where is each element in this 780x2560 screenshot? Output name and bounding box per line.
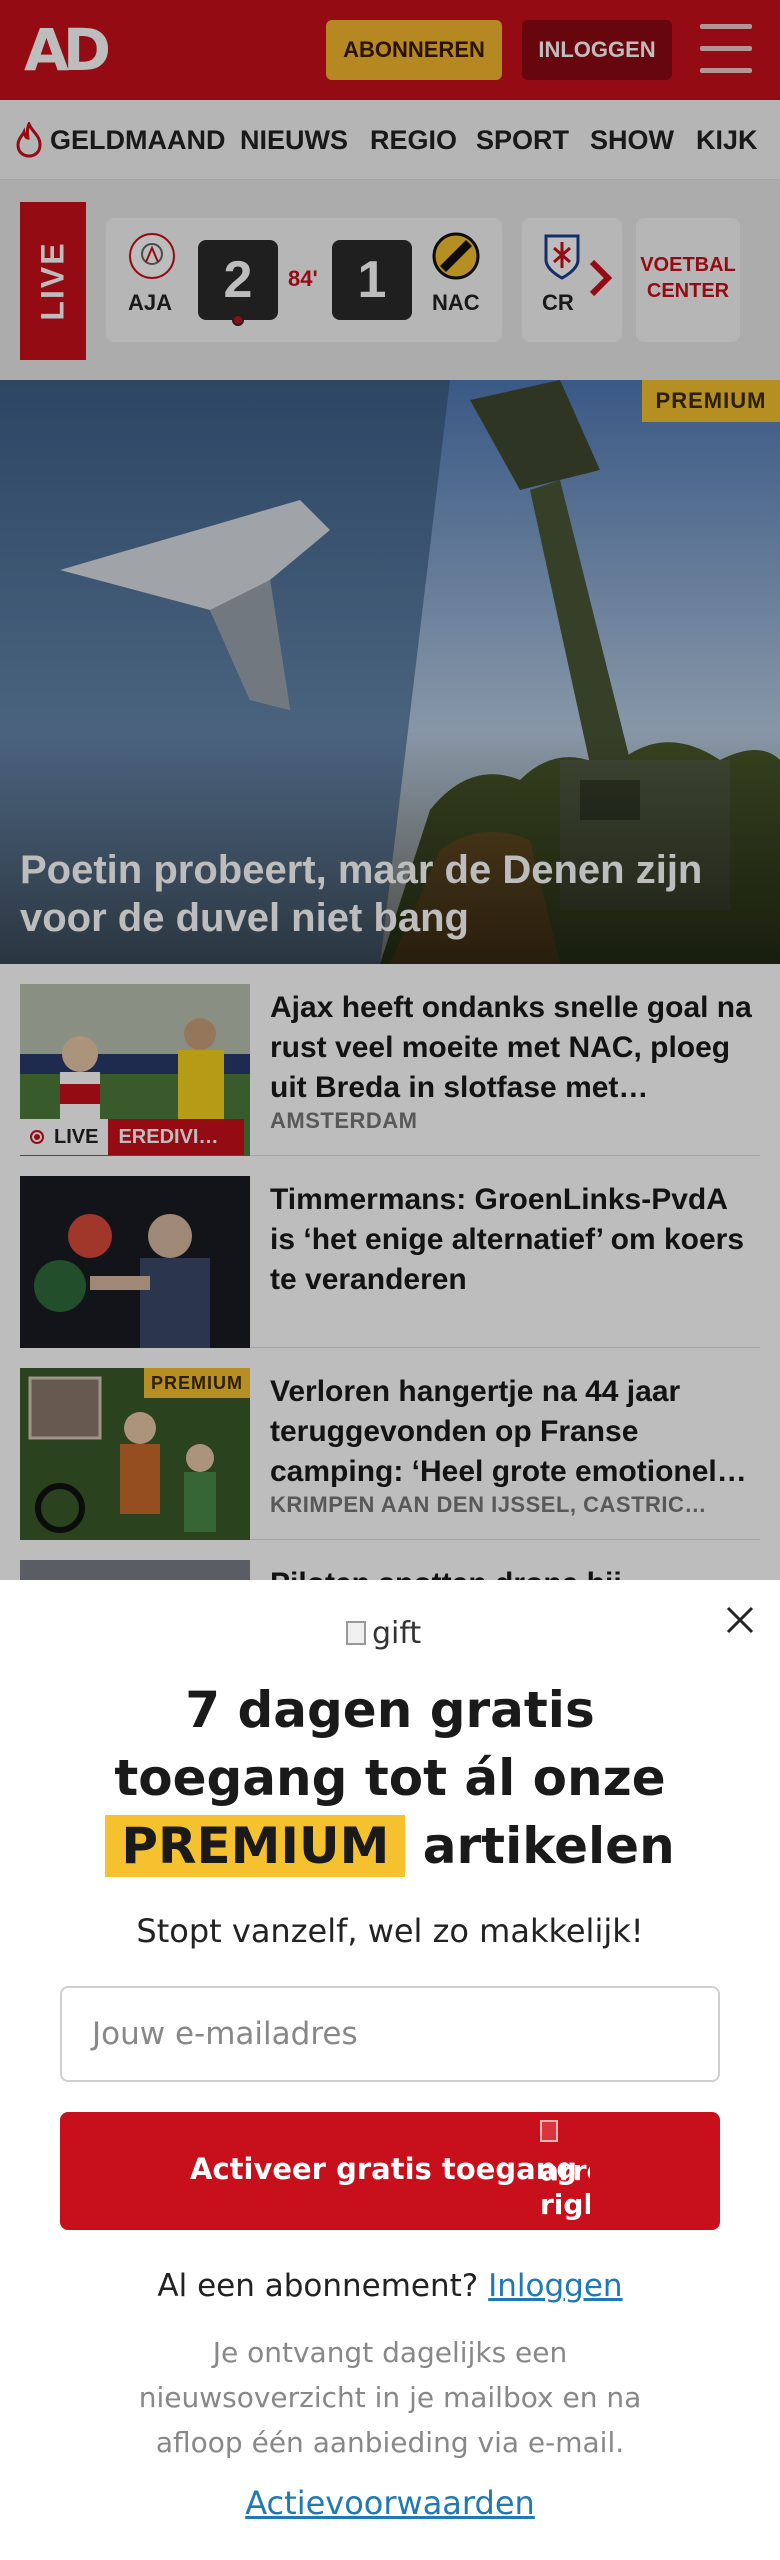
- activate-free-access-button[interactable]: Activeer gratis toegang arrorigh: [60, 2112, 720, 2230]
- modal-subline: Stopt vanzelf, wel zo makkelijk!: [136, 1912, 644, 1950]
- modal-login-link[interactable]: Inloggen: [488, 2268, 622, 2304]
- modal-note: Je ontvangt dagelijks een nieuwsoverzich…: [138, 2336, 642, 2459]
- modal-headline: 7 dagen gratis toegang tot ál onze PREMI…: [0, 1676, 780, 1880]
- modal-backdrop[interactable]: [0, 0, 780, 1580]
- gift-icon: gift: [346, 1612, 421, 1654]
- premium-highlight: PREMIUM: [105, 1815, 406, 1877]
- arrow-right-icon: arrorigh: [540, 2120, 590, 2224]
- terms-link[interactable]: Actievoorwaarden: [0, 2484, 780, 2522]
- existing-subscription-text: Al een abonnement? Inloggen: [157, 2268, 623, 2304]
- email-field[interactable]: Jouw e-mailadres: [60, 1986, 720, 2082]
- close-icon[interactable]: [722, 1602, 758, 1638]
- premium-trial-modal: gift 7 dagen gratis toegang tot ál onze …: [0, 1580, 780, 2560]
